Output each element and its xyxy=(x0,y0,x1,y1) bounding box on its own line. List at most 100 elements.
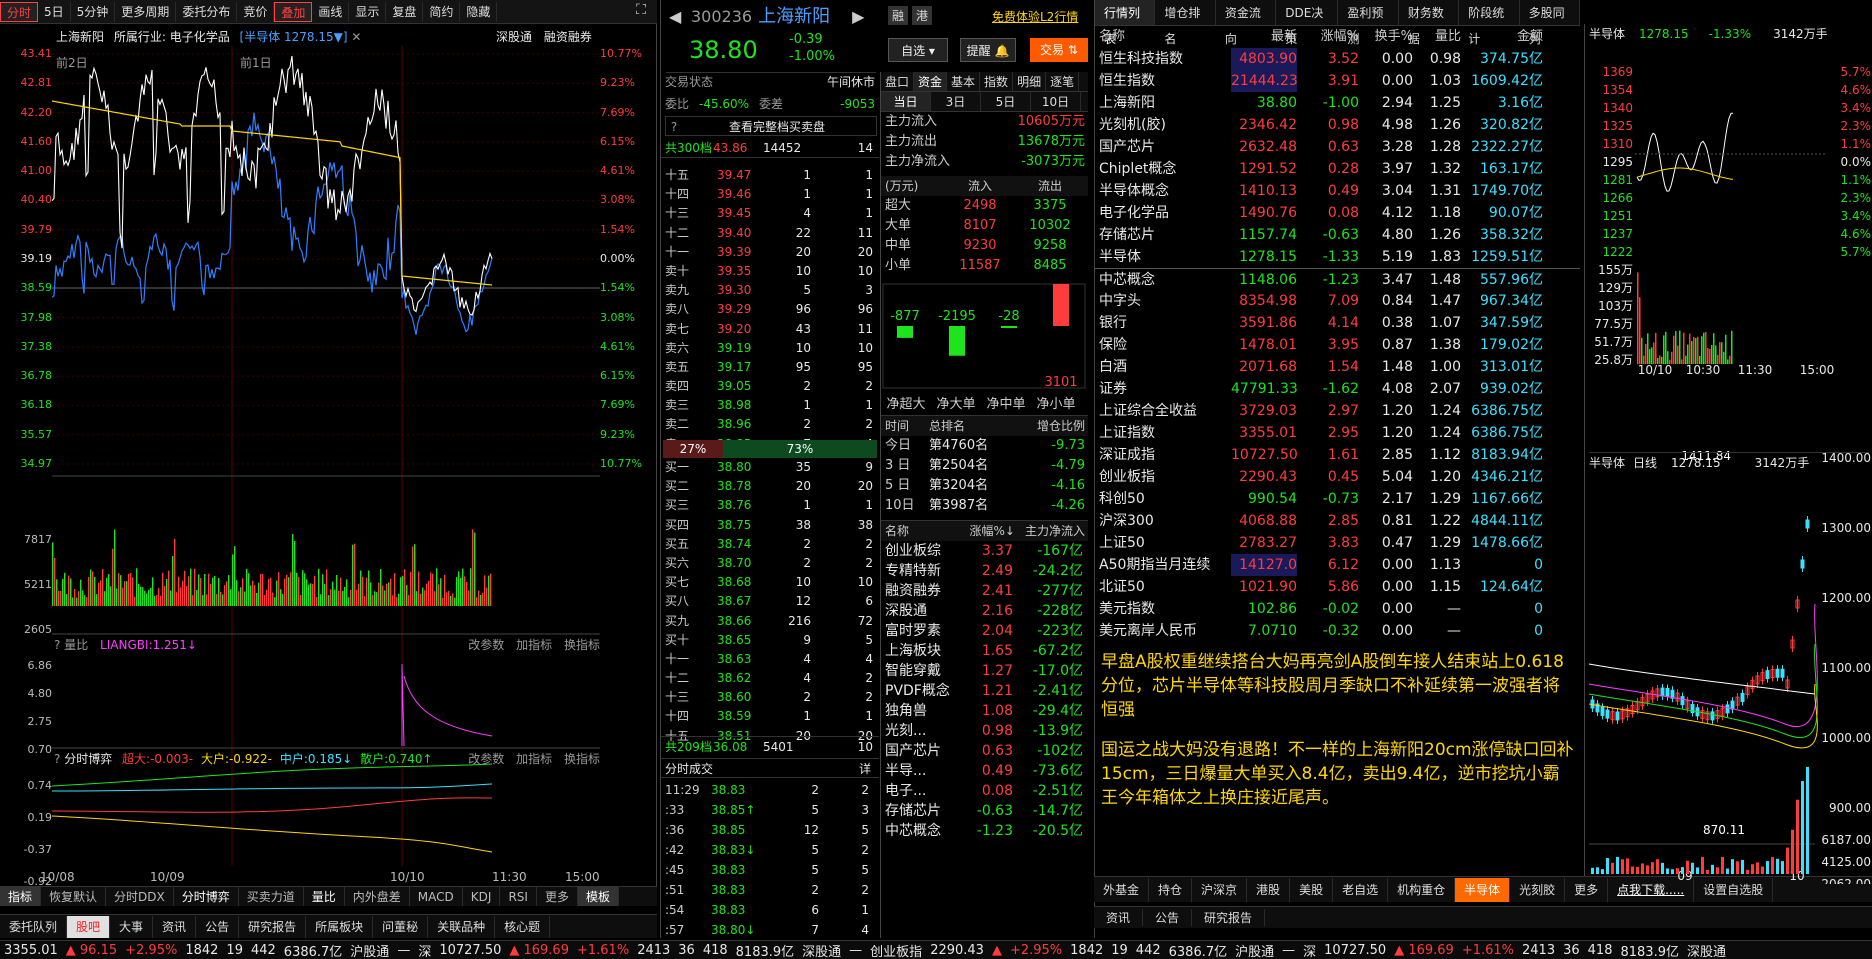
sector-row[interactable]: 智能穿戴 1.27 -17.0亿 xyxy=(881,661,1088,681)
toolbar-item-0[interactable]: 分时 xyxy=(0,1,39,22)
sector-row[interactable]: 中芯概念 -1.23 -20.5亿 xyxy=(881,821,1088,841)
market-row[interactable]: Chiplet概念 1291.52 0.28 3.97 1.32 163.17亿 xyxy=(1095,158,1580,180)
book-level[interactable]: 买六 38.70 2 2 xyxy=(661,554,879,573)
book-level[interactable]: 买三 38.76 1 1 xyxy=(661,496,879,515)
market-row[interactable]: 半导体概念 1410.13 0.49 3.04 1.31 1749.70亿 xyxy=(1095,180,1580,202)
watchlist-tab-4[interactable]: 美股 xyxy=(1290,877,1334,902)
book-level[interactable]: 买四 38.75 38 38 xyxy=(661,516,879,535)
sector-row[interactable]: 半导... 0.49 -73.6亿 xyxy=(881,761,1088,781)
toolbar-item-3[interactable]: 更多周期 xyxy=(115,1,177,22)
market-row[interactable]: 沪深300 4068.88 2.85 0.81 1.22 4844.11亿 xyxy=(1095,510,1580,532)
market-row[interactable]: 电子化学品 1490.76 0.08 4.12 1.18 90.07亿 xyxy=(1095,202,1580,224)
trades-detail-link[interactable]: 详 xyxy=(841,759,871,777)
market-row[interactable]: 上证50 2783.27 3.83 0.47 1.29 1478.66亿 xyxy=(1095,532,1580,554)
sector-row[interactable]: 电子... 0.08 -2.51亿 xyxy=(881,781,1088,801)
market-tab-3[interactable]: DDE决策 xyxy=(1276,0,1339,46)
market-tab-6[interactable]: 阶段统计 xyxy=(1459,0,1520,46)
indicator-tab-10[interactable]: 更多 xyxy=(537,887,578,906)
book-level[interactable]: 十三 39.45 4 1 xyxy=(661,204,879,223)
fund-tab-2[interactable]: 基本 xyxy=(947,72,981,91)
market-tab-4[interactable]: 盈利预测 xyxy=(1338,0,1399,46)
fund-tab-1[interactable]: 资金 xyxy=(914,72,948,91)
toolbar-item-8[interactable]: 显示 xyxy=(349,1,387,22)
toolbar-item-5[interactable]: 竞价 xyxy=(237,1,275,22)
book-level[interactable]: 十五 39.47 1 1 xyxy=(661,166,879,185)
market-tab-2[interactable]: 资金流向 xyxy=(1216,0,1277,46)
menu-icon[interactable]: ? xyxy=(54,638,60,652)
info-tab-5[interactable]: 研究报告 xyxy=(239,915,307,938)
sector-row[interactable]: 国产芯片 0.63 -102亿 xyxy=(881,741,1088,761)
market-row[interactable]: 上证综合全收益 3729.03 2.97 1.20 1.24 6386.75亿 xyxy=(1095,400,1580,422)
market-tab-0[interactable]: 行情列表 xyxy=(1095,0,1156,46)
fund-tab-0[interactable]: 盘口 xyxy=(881,72,915,91)
market-row[interactable]: 科创50 990.54 -0.73 2.17 1.29 1167.66亿 xyxy=(1095,488,1580,510)
sector-row[interactable]: 创业板综 3.37 -167亿 xyxy=(881,541,1088,561)
market-row[interactable]: 证券 47791.33 -1.62 4.08 2.07 939.02亿 xyxy=(1095,378,1580,400)
add-indicator-link[interactable]: 加指标 xyxy=(516,638,552,652)
period-tab-1[interactable]: 3日 xyxy=(931,92,981,111)
market-row[interactable]: 恒生科技指数 4803.90 3.52 0.00 0.98 374.75亿 xyxy=(1095,48,1580,70)
book-level[interactable]: 买二 38.78 20 20 xyxy=(661,477,879,496)
sector-row[interactable]: 光刻... 0.98 -13.9亿 xyxy=(881,721,1088,741)
market-row[interactable]: 创业板指 2290.43 0.45 5.04 1.20 4346.21亿 xyxy=(1095,466,1580,488)
sector-row[interactable]: 融资融券 2.41 -277亿 xyxy=(881,581,1088,601)
book-level[interactable]: 十四 38.59 1 1 xyxy=(661,707,879,726)
book-level[interactable]: 买一 38.80 35 9 xyxy=(661,458,879,477)
full-book-link[interactable]: 查看完整档买卖盘 xyxy=(682,117,872,135)
market-row[interactable]: 半导体 1278.15 -1.33 5.19 1.83 1259.51亿 xyxy=(1095,246,1580,268)
indicator-tab-9[interactable]: RSI xyxy=(500,887,537,906)
indicator-tab-8[interactable]: KDJ xyxy=(463,887,501,906)
info-tab-8[interactable]: 关联品种 xyxy=(428,915,496,938)
info-tab-6[interactable]: 所属板块 xyxy=(306,915,374,938)
watchlist-tab-1[interactable]: 持仓 xyxy=(1149,877,1193,902)
news-tab-2[interactable]: 研究报告 xyxy=(1192,909,1266,926)
watchlist-tab-0[interactable]: 外基金 xyxy=(1094,877,1150,902)
indicator-tab-5[interactable]: 量比 xyxy=(304,887,345,906)
book-level[interactable]: 十三 38.60 2 2 xyxy=(661,688,879,707)
market-row[interactable]: 白酒 2071.68 1.54 1.48 1.00 313.01亿 xyxy=(1095,356,1580,378)
book-level[interactable]: 卖五 39.17 95 95 xyxy=(661,358,879,377)
toolbar-item-4[interactable]: 委托分布 xyxy=(176,1,238,22)
market-row[interactable]: 北证50 1021.90 5.86 0.00 1.15 124.64亿 xyxy=(1095,576,1580,598)
news-tab-0[interactable]: 资讯 xyxy=(1094,909,1144,926)
sector-row[interactable]: 富时罗素 2.04 -223亿 xyxy=(881,621,1088,641)
next-arrow-icon[interactable]: ▶ xyxy=(852,0,864,34)
news-tab-1[interactable]: 公告 xyxy=(1143,909,1193,926)
period-tab-3[interactable]: 10日 xyxy=(1031,92,1081,111)
toolbar-item-10[interactable]: 简约 xyxy=(423,1,461,22)
market-row[interactable]: 存储芯片 1157.74 -0.63 4.80 1.26 358.32亿 xyxy=(1095,224,1580,246)
info-tab-3[interactable]: 资讯 xyxy=(153,915,197,938)
fund-tab-4[interactable]: 明细 xyxy=(1013,72,1047,91)
book-level[interactable]: 买五 38.74 2 2 xyxy=(661,535,879,554)
sector-row[interactable]: PVDF概念 1.21 -2.41亿 xyxy=(881,681,1088,701)
book-level[interactable]: 卖九 39.30 5 3 xyxy=(661,281,879,300)
market-row[interactable]: 中字头 8354.98 7.09 0.84 1.47 967.34亿 xyxy=(1095,290,1580,312)
book-level[interactable]: 买八 38.67 12 6 xyxy=(661,592,879,611)
book-level[interactable]: 卖七 39.20 43 11 xyxy=(661,320,879,339)
indicator-tab-7[interactable]: MACD xyxy=(410,887,463,906)
sector-row[interactable]: 存储芯片 -0.63 -14.7亿 xyxy=(881,801,1088,821)
info-tab-7[interactable]: 问董秘 xyxy=(373,915,429,938)
book-level[interactable]: 卖三 38.98 1 1 xyxy=(661,396,879,415)
market-row[interactable]: 保险 1478.01 3.95 0.87 1.38 179.02亿 xyxy=(1095,334,1580,356)
book-level[interactable]: 十二 39.40 22 11 xyxy=(661,224,879,243)
watchlist-button[interactable]: 自选 ▾ xyxy=(888,38,948,62)
sector-row[interactable]: 独角兽 1.08 -29.4亿 xyxy=(881,701,1088,721)
trade-button[interactable]: 交易 ⇅ xyxy=(1030,38,1088,62)
watchlist-tab-2[interactable]: 沪深京 xyxy=(1192,877,1248,902)
toolbar-item-11[interactable]: 隐藏 xyxy=(460,1,498,22)
indicator-tab-3[interactable]: 分时博弈 xyxy=(174,887,239,906)
book-level[interactable]: 卖十 39.35 10 10 xyxy=(661,262,879,281)
indicator-tab-6[interactable]: 内外盘差 xyxy=(345,887,410,906)
market-row[interactable]: 国产芯片 2632.48 0.63 3.28 1.28 2322.27亿 xyxy=(1095,136,1580,158)
indicator-tab-0[interactable]: 指标 xyxy=(0,887,42,906)
toolbar-item-1[interactable]: 5日 xyxy=(38,1,71,22)
market-row[interactable]: 深证成指 10727.50 1.61 2.85 1.12 8183.94亿 xyxy=(1095,444,1580,466)
book-level[interactable]: 十一 39.39 20 20 xyxy=(661,243,879,262)
edit-param-link[interactable]: 改参数 xyxy=(468,638,504,652)
book-level[interactable]: 卖八 39.29 96 96 xyxy=(661,300,879,319)
chart-svg[interactable] xyxy=(52,46,600,866)
market-row[interactable]: 上证指数 3355.01 2.95 1.20 1.24 6386.75亿 xyxy=(1095,422,1580,444)
toolbar-item-7[interactable]: 画线 xyxy=(312,1,350,22)
book-level[interactable]: 卖四 39.05 2 2 xyxy=(661,377,879,396)
